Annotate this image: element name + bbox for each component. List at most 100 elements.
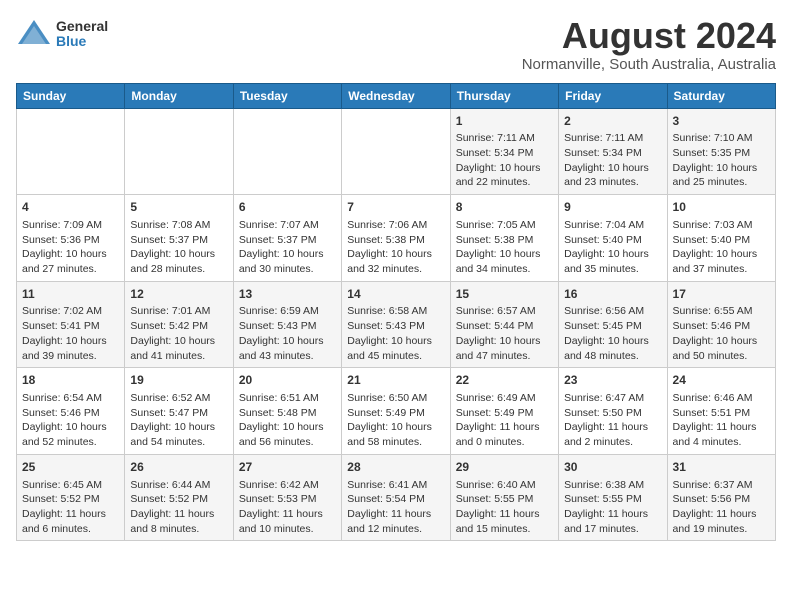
day-cell-3: 3Sunrise: 7:10 AMSunset: 5:35 PMDaylight… bbox=[667, 108, 775, 195]
day-number: 10 bbox=[673, 199, 770, 216]
day-cell-14: 14Sunrise: 6:58 AMSunset: 5:43 PMDayligh… bbox=[342, 281, 450, 368]
day-cell-2: 2Sunrise: 7:11 AMSunset: 5:34 PMDaylight… bbox=[559, 108, 667, 195]
location-text: Normanville, South Australia, Australia bbox=[522, 56, 776, 73]
day-info-line: Daylight: 11 hours bbox=[130, 507, 227, 522]
day-info-line: Sunset: 5:55 PM bbox=[564, 492, 661, 507]
day-info-line: Daylight: 10 hours bbox=[22, 247, 119, 262]
day-info-line: Daylight: 10 hours bbox=[130, 247, 227, 262]
day-number: 6 bbox=[239, 199, 336, 216]
day-number: 26 bbox=[130, 459, 227, 476]
day-info-line: Sunset: 5:44 PM bbox=[456, 319, 553, 334]
day-cell-26: 26 Sunrise: 6:44 AMSunset: 5:52 PMDayligh… bbox=[125, 454, 233, 541]
day-cell-7: 7Sunrise: 7:06 AMSunset: 5:38 PMDaylight… bbox=[342, 195, 450, 282]
day-info-line: Sunrise: 7:10 AM bbox=[673, 131, 770, 146]
day-cell-19: 19Sunrise: 6:52 AMSunset: 5:47 PMDayligh… bbox=[125, 368, 233, 455]
day-number: 2 bbox=[564, 113, 661, 130]
day-info-line: and 6 minutes. bbox=[22, 522, 119, 537]
week-row-2: 4Sunrise: 7:09 AMSunset: 5:36 PMDaylight… bbox=[17, 195, 776, 282]
day-number: 21 bbox=[347, 372, 444, 389]
day-info-line: Daylight: 10 hours bbox=[456, 161, 553, 176]
day-info-line: Daylight: 10 hours bbox=[130, 334, 227, 349]
day-info-line: Sunset: 5:35 PM bbox=[673, 146, 770, 161]
day-info-line: Daylight: 11 hours bbox=[22, 507, 119, 522]
title-block: August 2024 Normanville, South Australia… bbox=[522, 16, 776, 73]
day-info-line: Sunset: 5:52 PM bbox=[130, 492, 227, 507]
day-number: 17 bbox=[673, 286, 770, 303]
day-info-line: Sunrise: 7:01 AM bbox=[130, 304, 227, 319]
day-info-line: Sunrise: 6:54 AM bbox=[22, 391, 119, 406]
day-info-line: and 17 minutes. bbox=[564, 522, 661, 537]
day-info-line: Sunrise: 7:06 AM bbox=[347, 218, 444, 233]
day-info-line: Sunset: 5:36 PM bbox=[22, 233, 119, 248]
day-info-line: Sunset: 5:56 PM bbox=[673, 492, 770, 507]
day-number: 29 bbox=[456, 459, 553, 476]
day-info-line: Sunset: 5:40 PM bbox=[673, 233, 770, 248]
day-info-line: Sunset: 5:48 PM bbox=[239, 406, 336, 421]
day-number: 1 bbox=[456, 113, 553, 130]
day-info-line: Sunrise: 7:05 AM bbox=[456, 218, 553, 233]
day-info-line: and 48 minutes. bbox=[564, 349, 661, 364]
day-info-line: Sunset: 5:47 PM bbox=[130, 406, 227, 421]
day-number: 12 bbox=[130, 286, 227, 303]
calendar-table: SundayMondayTuesdayWednesdayThursdayFrid… bbox=[16, 83, 776, 542]
day-cell-24: 24Sunrise: 6:46 AMSunset: 5:51 PMDayligh… bbox=[667, 368, 775, 455]
day-header-wednesday: Wednesday bbox=[342, 83, 450, 108]
day-info-line: Daylight: 10 hours bbox=[239, 334, 336, 349]
day-cell-5: 5Sunrise: 7:08 AMSunset: 5:37 PMDaylight… bbox=[125, 195, 233, 282]
day-info-line: and 43 minutes. bbox=[239, 349, 336, 364]
day-number: 11 bbox=[22, 286, 119, 303]
day-info-line: and 47 minutes. bbox=[456, 349, 553, 364]
day-number: 15 bbox=[456, 286, 553, 303]
day-info-line: and 35 minutes. bbox=[564, 262, 661, 277]
day-info-line: and 52 minutes. bbox=[22, 435, 119, 450]
day-info-line: Sunset: 5:37 PM bbox=[239, 233, 336, 248]
day-info-line: Sunrise: 6:44 AM bbox=[130, 478, 227, 493]
day-info-line: Sunset: 5:37 PM bbox=[130, 233, 227, 248]
day-info-line: Daylight: 11 hours bbox=[673, 507, 770, 522]
day-cell-12: 12Sunrise: 7:01 AMSunset: 5:42 PMDayligh… bbox=[125, 281, 233, 368]
day-info-line: Daylight: 10 hours bbox=[673, 247, 770, 262]
day-info-line: Daylight: 10 hours bbox=[564, 247, 661, 262]
day-info-line: and 22 minutes. bbox=[456, 175, 553, 190]
day-info-line: Sunrise: 7:04 AM bbox=[564, 218, 661, 233]
day-info-line: Daylight: 10 hours bbox=[673, 334, 770, 349]
day-cell-9: 9Sunrise: 7:04 AMSunset: 5:40 PMDaylight… bbox=[559, 195, 667, 282]
day-info-line: and 54 minutes. bbox=[130, 435, 227, 450]
day-info-line: Sunrise: 6:58 AM bbox=[347, 304, 444, 319]
day-info-line: Sunset: 5:46 PM bbox=[673, 319, 770, 334]
day-info-line: Daylight: 10 hours bbox=[564, 161, 661, 176]
day-info-line: and 23 minutes. bbox=[564, 175, 661, 190]
day-info-line: Daylight: 11 hours bbox=[456, 420, 553, 435]
day-cell-27: 27Sunrise: 6:42 AMSunset: 5:53 PMDayligh… bbox=[233, 454, 341, 541]
day-number: 30 bbox=[564, 459, 661, 476]
logo-icon bbox=[16, 16, 52, 52]
day-info-line: Daylight: 11 hours bbox=[673, 420, 770, 435]
week-row-5: 25Sunrise: 6:45 AMSunset: 5:52 PMDayligh… bbox=[17, 454, 776, 541]
day-info-line: Daylight: 11 hours bbox=[347, 507, 444, 522]
day-info-line: Daylight: 10 hours bbox=[130, 420, 227, 435]
day-number: 3 bbox=[673, 113, 770, 130]
day-info-line: and 4 minutes. bbox=[673, 435, 770, 450]
week-row-4: 18Sunrise: 6:54 AMSunset: 5:46 PMDayligh… bbox=[17, 368, 776, 455]
day-cell-28: 28Sunrise: 6:41 AMSunset: 5:54 PMDayligh… bbox=[342, 454, 450, 541]
day-info-line: Sunset: 5:55 PM bbox=[456, 492, 553, 507]
day-info-line: Sunset: 5:43 PM bbox=[239, 319, 336, 334]
day-number: 9 bbox=[564, 199, 661, 216]
day-header-sunday: Sunday bbox=[17, 83, 125, 108]
day-info-line: Daylight: 10 hours bbox=[347, 334, 444, 349]
day-info-line: Sunrise: 6:51 AM bbox=[239, 391, 336, 406]
day-info-line: Daylight: 10 hours bbox=[22, 334, 119, 349]
day-cell-30: 30Sunrise: 6:38 AMSunset: 5:55 PMDayligh… bbox=[559, 454, 667, 541]
day-info-line: and 39 minutes. bbox=[22, 349, 119, 364]
day-info-line: Sunrise: 6:55 AM bbox=[673, 304, 770, 319]
day-number: 8 bbox=[456, 199, 553, 216]
day-info-line: Sunrise: 6:38 AM bbox=[564, 478, 661, 493]
day-cell-25: 25Sunrise: 6:45 AMSunset: 5:52 PMDayligh… bbox=[17, 454, 125, 541]
day-info-line: Sunrise: 6:46 AM bbox=[673, 391, 770, 406]
day-cell-16: 16Sunrise: 6:56 AMSunset: 5:45 PMDayligh… bbox=[559, 281, 667, 368]
day-info-line: Sunrise: 6:42 AM bbox=[239, 478, 336, 493]
day-cell-8: 8Sunrise: 7:05 AMSunset: 5:38 PMDaylight… bbox=[450, 195, 558, 282]
day-info-line: and 0 minutes. bbox=[456, 435, 553, 450]
day-info-line: Sunset: 5:49 PM bbox=[347, 406, 444, 421]
empty-cell bbox=[233, 108, 341, 195]
